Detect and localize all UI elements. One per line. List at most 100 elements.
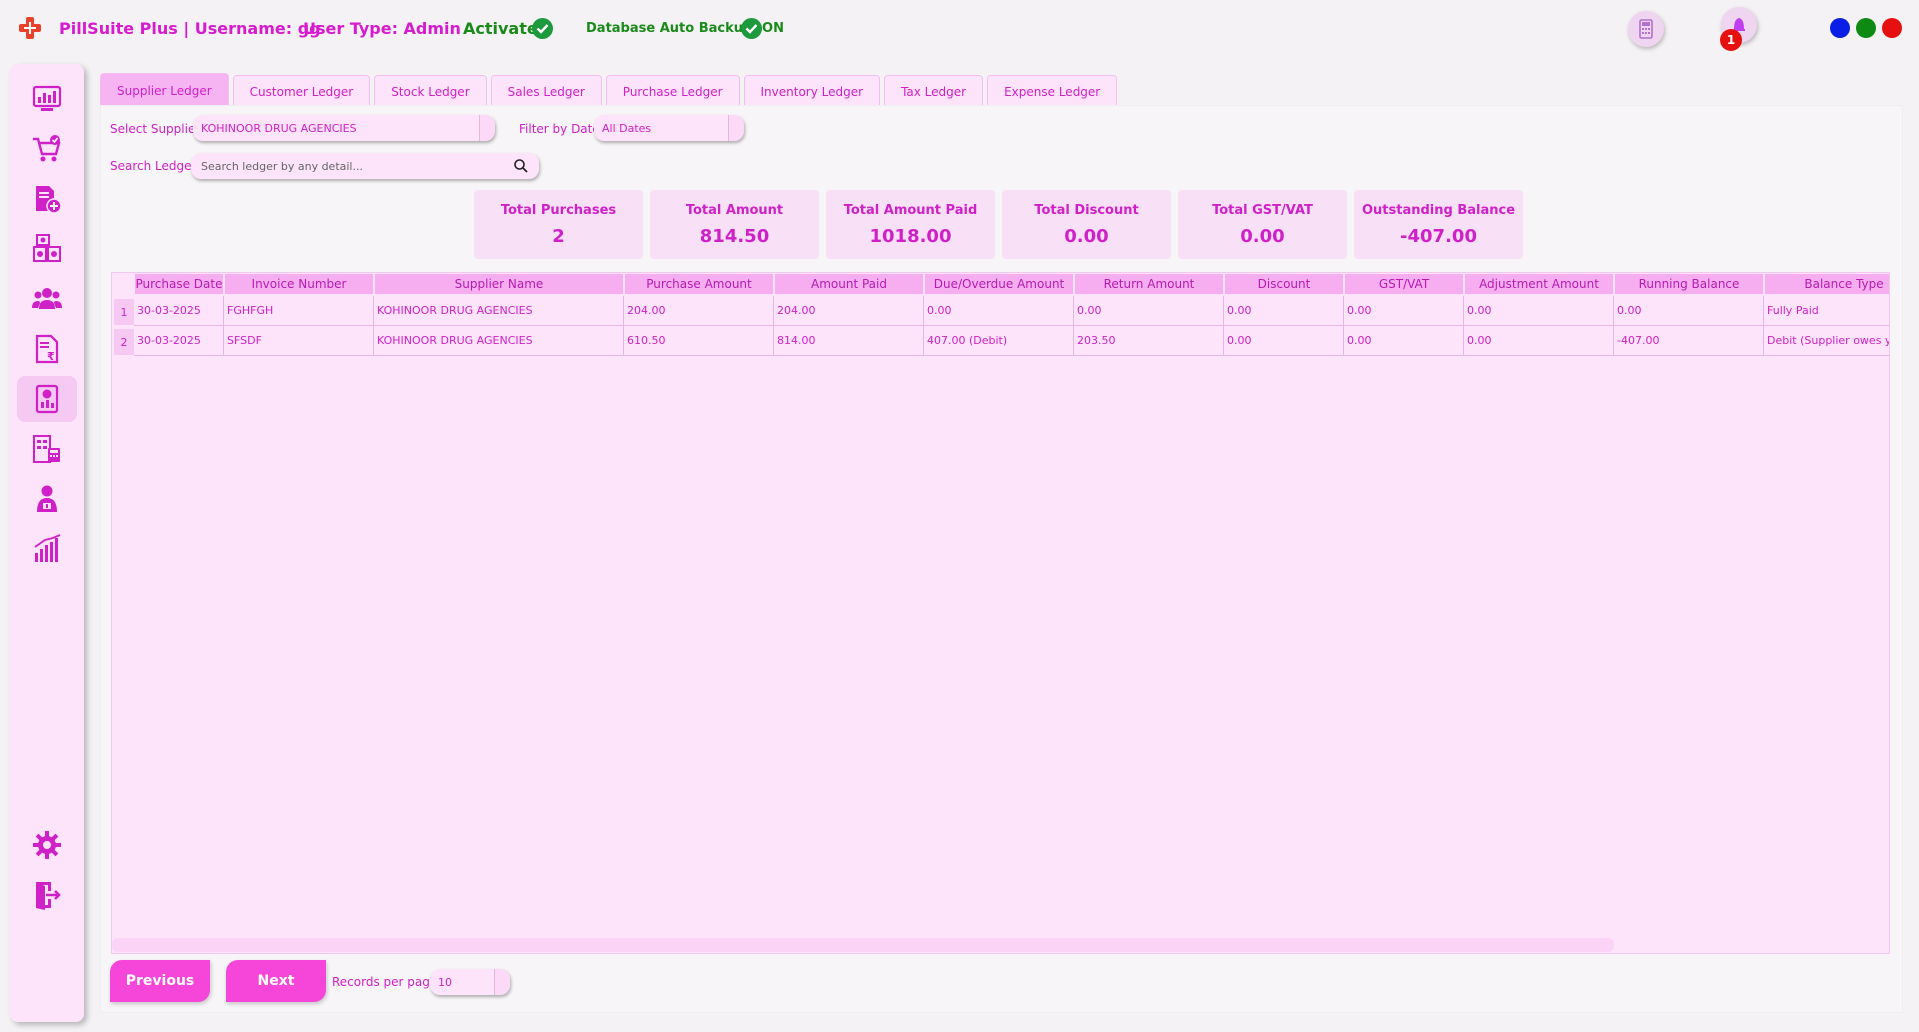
window-minimize-button[interactable] bbox=[1830, 18, 1850, 38]
supplier-select-value: KOHINOOR DRUG AGENCIES bbox=[201, 121, 357, 135]
people-icon bbox=[32, 288, 62, 309]
table-cell[interactable]: FGHFGH bbox=[224, 296, 374, 326]
table-cell[interactable]: 0.00 bbox=[1464, 296, 1614, 326]
dashboard-icon bbox=[32, 85, 62, 111]
column-header[interactable]: Discount bbox=[1224, 273, 1344, 295]
column-header[interactable]: GST/VAT bbox=[1344, 273, 1464, 295]
sidebar-item-dashboard[interactable] bbox=[17, 76, 77, 122]
tab-purchase-ledger[interactable]: Purchase Ledger bbox=[605, 75, 740, 107]
table-cell[interactable]: KOHINOOR DRUG AGENCIES bbox=[374, 296, 624, 326]
sidebar-item-inventory[interactable] bbox=[17, 226, 77, 272]
table-cell[interactable]: 0.00 bbox=[1224, 326, 1344, 356]
card-value: 1018.00 bbox=[869, 226, 952, 247]
row-number[interactable]: 2 bbox=[114, 329, 134, 355]
table-row[interactable]: 30-03-2025 FGHFGH KOHINOOR DRUG AGENCIES… bbox=[134, 296, 1889, 326]
table-cell[interactable]: 0.00 bbox=[1074, 296, 1224, 326]
card-title: Total GST/VAT bbox=[1212, 203, 1313, 218]
previous-button[interactable]: Previous bbox=[110, 960, 210, 1002]
tab-inventory-ledger[interactable]: Inventory Ledger bbox=[743, 75, 881, 107]
table-cell[interactable]: SFSDF bbox=[224, 326, 374, 356]
summary-card-total-amount: Total Amount 814.50 bbox=[650, 190, 819, 259]
table-cell[interactable]: KOHINOOR DRUG AGENCIES bbox=[374, 326, 624, 356]
column-header[interactable]: Balance Type bbox=[1764, 273, 1889, 295]
table-cell[interactable]: 610.50 bbox=[624, 326, 774, 356]
table-cell[interactable]: 814.00 bbox=[774, 326, 924, 356]
tab-supplier-ledger[interactable]: Supplier Ledger bbox=[100, 73, 229, 107]
table-cell[interactable]: Fully Paid bbox=[1764, 296, 1889, 326]
date-filter-select[interactable]: All Dates bbox=[594, 115, 744, 141]
card-value: -407.00 bbox=[1400, 226, 1477, 247]
tab-stock-ledger[interactable]: Stock Ledger bbox=[374, 75, 487, 107]
table-cell[interactable]: Debit (Supplier owes you) bbox=[1764, 326, 1889, 356]
tab-expense-ledger[interactable]: Expense Ledger bbox=[987, 75, 1118, 107]
summary-card-total-amount-paid: Total Amount Paid 1018.00 bbox=[826, 190, 995, 259]
exit-icon bbox=[36, 882, 61, 910]
table-cell[interactable]: 30-03-2025 bbox=[134, 326, 224, 356]
sidebar-item-customers[interactable] bbox=[17, 276, 77, 322]
table-cell[interactable]: 0.00 bbox=[924, 296, 1074, 326]
user-icon bbox=[37, 485, 57, 512]
tab-customer-ledger[interactable]: Customer Ledger bbox=[232, 75, 371, 107]
calculator-button[interactable] bbox=[1628, 11, 1664, 47]
summary-card-outstanding-balance: Outstanding Balance -407.00 bbox=[1354, 190, 1523, 259]
sidebar-item-analytics[interactable] bbox=[17, 526, 77, 572]
card-title: Outstanding Balance bbox=[1361, 203, 1516, 218]
next-button[interactable]: Next bbox=[226, 960, 326, 1002]
table-cell[interactable]: 30-03-2025 bbox=[134, 296, 224, 326]
table-cell[interactable]: 204.00 bbox=[624, 296, 774, 326]
table-cell[interactable]: 0.00 bbox=[1344, 296, 1464, 326]
table-cell[interactable]: 203.50 bbox=[1074, 326, 1224, 356]
search-label: Search Ledger bbox=[110, 159, 197, 173]
table-cell[interactable]: 0.00 bbox=[1224, 296, 1344, 326]
row-number-column bbox=[112, 273, 134, 953]
logo-cross-icon bbox=[19, 17, 41, 39]
table-cell[interactable]: 0.00 bbox=[1464, 326, 1614, 356]
column-header[interactable]: Purchase Date bbox=[134, 273, 224, 295]
table-cell[interactable]: 0.00 bbox=[1344, 326, 1464, 356]
tab-tax-ledger[interactable]: Tax Ledger bbox=[884, 75, 984, 107]
dropdown-arrow-icon bbox=[494, 969, 510, 995]
summary-card-total-gst: Total GST/VAT 0.00 bbox=[1178, 190, 1347, 259]
column-header[interactable]: Invoice Number bbox=[224, 273, 374, 295]
records-per-page-label: Records per page bbox=[332, 975, 438, 989]
tab-sales-ledger[interactable]: Sales Ledger bbox=[490, 75, 602, 107]
row-number[interactable]: 1 bbox=[114, 299, 134, 325]
ledger-book-icon bbox=[35, 384, 59, 414]
sidebar-item-sales[interactable] bbox=[17, 126, 77, 172]
column-header[interactable]: Purchase Amount bbox=[624, 273, 774, 295]
sidebar-item-invoices[interactable]: ₹ bbox=[17, 326, 77, 372]
notification-badge: 1 bbox=[1720, 29, 1742, 51]
column-header[interactable]: Due/Overdue Amount bbox=[924, 273, 1074, 295]
ledger-table: Purchase Date Invoice Number Supplier Na… bbox=[111, 272, 1890, 954]
search-icon[interactable] bbox=[513, 158, 529, 174]
table-cell[interactable]: 407.00 (Debit) bbox=[924, 326, 1074, 356]
column-header[interactable]: Running Balance bbox=[1614, 273, 1764, 295]
sidebar-item-reports[interactable] bbox=[17, 426, 77, 472]
table-cell[interactable]: -407.00 bbox=[1614, 326, 1764, 356]
dropdown-arrow-icon bbox=[479, 115, 495, 141]
table-cell[interactable]: 204.00 bbox=[774, 296, 924, 326]
supplier-select[interactable]: KOHINOOR DRUG AGENCIES bbox=[193, 115, 495, 141]
column-header[interactable]: Amount Paid bbox=[774, 273, 924, 295]
boxes-icon bbox=[33, 234, 61, 262]
card-value: 0.00 bbox=[1240, 226, 1285, 247]
user-type: User Type: Admin bbox=[303, 19, 461, 38]
sidebar-item-users[interactable] bbox=[17, 476, 77, 522]
window-maximize-button[interactable] bbox=[1856, 18, 1876, 38]
table-cell[interactable]: 0.00 bbox=[1614, 296, 1764, 326]
table-row[interactable]: 30-03-2025 SFSDF KOHINOOR DRUG AGENCIES … bbox=[134, 326, 1889, 356]
sidebar-item-add-product[interactable] bbox=[17, 176, 77, 222]
window-close-button[interactable] bbox=[1882, 18, 1902, 38]
horizontal-scrollbar[interactable] bbox=[112, 938, 1614, 952]
sidebar-item-logout[interactable] bbox=[17, 872, 77, 918]
summary-card-total-purchases: Total Purchases 2 bbox=[474, 190, 643, 259]
sidebar-item-ledger[interactable] bbox=[17, 376, 77, 422]
sidebar-item-settings[interactable] bbox=[17, 822, 77, 868]
column-header[interactable]: Adjustment Amount bbox=[1464, 273, 1614, 295]
column-header[interactable]: Return Amount bbox=[1074, 273, 1224, 295]
calculator-icon bbox=[1639, 19, 1653, 39]
records-per-page-value: 10 bbox=[438, 975, 452, 989]
column-header[interactable]: Supplier Name bbox=[374, 273, 624, 295]
search-input[interactable] bbox=[201, 157, 501, 175]
records-per-page-select[interactable]: 10 bbox=[430, 969, 510, 995]
